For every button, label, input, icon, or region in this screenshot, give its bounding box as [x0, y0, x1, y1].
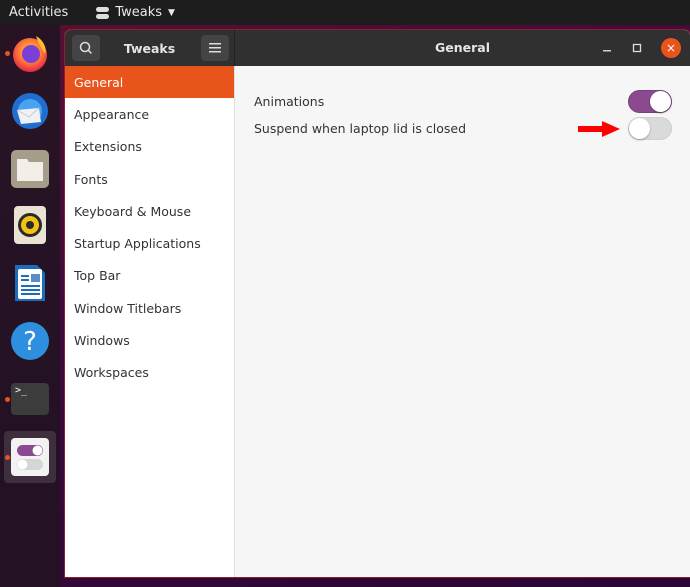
- running-indicator: [5, 51, 10, 56]
- tweaks-window: Tweaks General × General Appearance Exte…: [65, 30, 690, 577]
- sidebar-item-general[interactable]: General: [65, 66, 234, 99]
- app-menu[interactable]: Tweaks ▼: [96, 5, 175, 20]
- sidebar-item-windows[interactable]: Windows: [65, 324, 234, 356]
- dock-item-libreoffice-writer[interactable]: [4, 257, 56, 309]
- menu-button[interactable]: [201, 35, 229, 61]
- help-glyph: ?: [23, 327, 37, 357]
- settings-panel: Animations Suspend when laptop lid is cl…: [235, 66, 690, 577]
- dock-item-tweaks[interactable]: [4, 431, 56, 483]
- tweaks-app-icon: [96, 6, 110, 19]
- help-icon: ?: [11, 322, 49, 360]
- top-bar: Activities Tweaks ▼: [0, 0, 690, 25]
- dock-item-firefox[interactable]: [4, 27, 56, 79]
- sidebar-item-workspaces[interactable]: Workspaces: [65, 357, 234, 389]
- annotation-arrow-icon: [578, 121, 620, 137]
- sidebar-item-startup-applications[interactable]: Startup Applications: [65, 227, 234, 259]
- close-icon: ×: [665, 41, 677, 55]
- animations-switch[interactable]: [628, 90, 672, 113]
- sidebar-header: Tweaks: [65, 30, 235, 66]
- sidebar-item-extensions[interactable]: Extensions: [65, 131, 234, 163]
- thunderbird-icon: [12, 93, 48, 129]
- sidebar-item-window-titlebars[interactable]: Window Titlebars: [65, 292, 234, 324]
- app-menu-label: Tweaks: [115, 5, 162, 20]
- dock-item-rhythmbox[interactable]: [4, 199, 56, 251]
- sidebar-item-top-bar[interactable]: Top Bar: [65, 260, 234, 292]
- close-button[interactable]: ×: [661, 38, 681, 58]
- minimize-icon: [603, 50, 611, 52]
- sidebar-item-fonts[interactable]: Fonts: [65, 163, 234, 195]
- dock-item-files[interactable]: [4, 143, 56, 195]
- tweaks-icon: [11, 438, 49, 476]
- terminal-prompt: >_: [15, 385, 28, 396]
- firefox-icon: [13, 36, 47, 72]
- dock-item-thunderbird[interactable]: [4, 85, 56, 137]
- dock: ? >_: [0, 25, 60, 587]
- terminal-icon: >_: [11, 383, 49, 415]
- running-indicator: [5, 397, 10, 402]
- files-icon: [11, 150, 49, 188]
- setting-row-animations: Animations: [254, 88, 672, 115]
- setting-label: Suspend when laptop lid is closed: [254, 121, 467, 136]
- suspend-lid-switch[interactable]: [628, 117, 672, 140]
- running-indicator: [5, 455, 10, 460]
- activities-button[interactable]: Activities: [9, 5, 68, 20]
- rhythmbox-icon: [14, 206, 46, 244]
- minimize-button[interactable]: [596, 37, 618, 59]
- page-title: General: [435, 40, 490, 55]
- maximize-icon: [632, 43, 642, 53]
- dock-item-terminal[interactable]: >_: [4, 373, 56, 425]
- maximize-button[interactable]: [626, 37, 648, 59]
- setting-row-suspend-lid: Suspend when laptop lid is closed: [254, 115, 672, 142]
- switch-knob: [629, 118, 650, 139]
- hamburger-icon: [209, 43, 221, 53]
- header-bar: Tweaks General ×: [65, 30, 690, 66]
- setting-label: Animations: [254, 94, 325, 109]
- search-icon: [79, 41, 93, 55]
- sidebar-item-appearance[interactable]: Appearance: [65, 98, 234, 130]
- sidebar-item-keyboard-mouse[interactable]: Keyboard & Mouse: [65, 195, 234, 227]
- switch-knob: [650, 91, 671, 112]
- caret-down-icon: ▼: [168, 7, 175, 18]
- search-button[interactable]: [72, 35, 100, 61]
- writer-icon: [15, 265, 45, 301]
- sidebar: General Appearance Extensions Fonts Keyb…: [65, 66, 235, 577]
- dock-item-help[interactable]: ?: [4, 315, 56, 367]
